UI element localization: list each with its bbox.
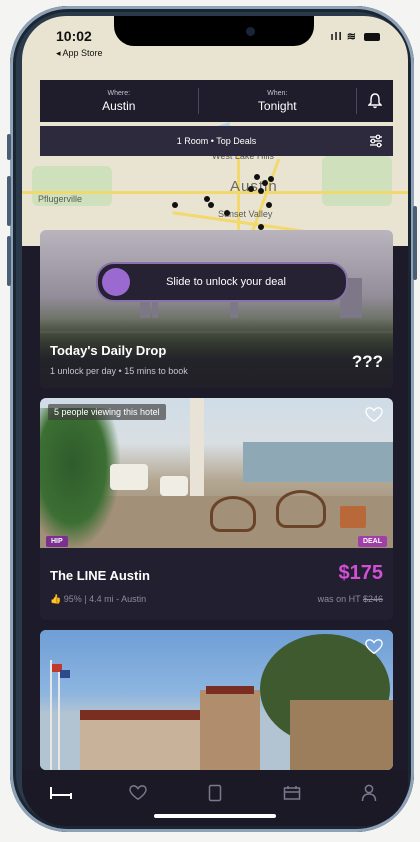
app-screen: West Lake Hills Austin Sunset Valley Pfl… (22, 16, 408, 826)
rocking-chair (276, 490, 326, 528)
tab-profile[interactable] (349, 780, 389, 806)
chair (160, 476, 188, 496)
bell-icon (368, 93, 382, 109)
comparison-label: was on HT (317, 594, 363, 604)
wifi-icon: ≋ (346, 31, 357, 43)
profile-icon (362, 784, 377, 802)
tab-stays[interactable] (41, 780, 81, 806)
filter-summary: 1 Room • Top Deals (176, 136, 257, 146)
hotel-photo (40, 630, 393, 770)
plant (40, 408, 120, 548)
signal-icon: ıll (330, 31, 343, 43)
when-value: Tonight (257, 98, 297, 113)
unlock-deal-slider[interactable]: Slide to unlock your deal (96, 262, 348, 302)
hotel-price: $175 (338, 562, 384, 584)
hotel-meta: 👍 95% | 4.4 mi - Austin (50, 594, 146, 605)
building (80, 718, 200, 770)
search-bar: Where: Austin When: Tonight (40, 80, 393, 122)
comparison-price: was on HT $246 (318, 594, 383, 604)
system-icons: ıll ≋ (330, 30, 380, 43)
thumbs-up-icon: 👍 (50, 594, 62, 604)
daily-drop-title: Today's Daily Drop (50, 343, 167, 358)
favorite-heart-icon[interactable] (365, 406, 383, 424)
viewing-count: 5 people viewing this hotel (48, 404, 166, 420)
map-pin[interactable] (262, 180, 268, 186)
where-value: Austin (102, 98, 136, 113)
notifications-button[interactable] (357, 93, 393, 109)
when-label: When: (267, 89, 288, 97)
hotel-name: The LINE Austin (50, 568, 150, 583)
mute-switch (7, 134, 11, 160)
back-to-app-store[interactable]: ◂ App Store (56, 48, 103, 59)
home-indicator[interactable] (154, 814, 276, 818)
filter-sliders-icon[interactable] (369, 134, 383, 148)
slider-knob[interactable] (102, 268, 130, 296)
slider-label: Slide to unlock your deal (166, 276, 286, 288)
roof (80, 710, 200, 720)
map-pin[interactable] (268, 176, 274, 182)
map-pin[interactable] (248, 186, 254, 192)
daily-drop-card[interactable]: Slide to unlock your deal Today's Daily … (40, 230, 393, 388)
map-pin[interactable] (254, 174, 260, 180)
tab-bookings[interactable] (272, 780, 312, 806)
map-pin[interactable] (172, 202, 178, 208)
building-tower (200, 690, 260, 770)
daily-drop-subtitle: 1 unlock per day • 15 mins to book (50, 366, 188, 376)
hip-badge: HIP (46, 536, 68, 547)
hotel-card[interactable] (40, 630, 393, 770)
bookings-icon (283, 786, 301, 800)
when-selector[interactable]: When: Tonight (199, 90, 357, 113)
map-pin[interactable] (224, 210, 230, 216)
status-time: 10:02 (56, 28, 92, 44)
filter-bar[interactable]: 1 Room • Top Deals (40, 126, 393, 156)
flag (60, 670, 70, 678)
favorite-heart-icon[interactable] (365, 638, 383, 656)
map-pin[interactable] (266, 202, 272, 208)
map-pin[interactable] (204, 196, 210, 202)
roof (206, 686, 254, 694)
flagpole (50, 660, 52, 770)
sofa (110, 464, 148, 490)
notch (114, 16, 314, 46)
volume-down-button (7, 236, 11, 286)
hotel-photo: 5 people viewing this hotel (40, 398, 393, 548)
volume-up-button (7, 176, 11, 226)
flagpole (58, 666, 60, 770)
power-button (413, 206, 417, 280)
tab-favorites[interactable] (118, 780, 158, 806)
phone-icon (208, 784, 222, 802)
heart-icon (129, 785, 147, 801)
hotel-card[interactable]: 5 people viewing this hotel HIP DEAL The… (40, 398, 393, 620)
where-selector[interactable]: Where: Austin (40, 90, 198, 113)
front-camera (246, 27, 255, 36)
map-park (322, 156, 392, 206)
map-label-pflugerville: Pflugerville (38, 194, 83, 204)
map-pin[interactable] (258, 188, 264, 194)
tab-deals[interactable] (195, 780, 235, 806)
rocking-chair (210, 496, 256, 532)
lake (243, 442, 393, 482)
battery-icon (364, 33, 380, 42)
where-label: Where: (107, 89, 131, 97)
planter (340, 506, 366, 528)
bed-icon (49, 787, 72, 799)
map-pin[interactable] (208, 202, 214, 208)
comparison-value: $246 (362, 594, 383, 604)
hotel-rating-distance: 95% | 4.4 mi - Austin (63, 594, 147, 604)
building (290, 700, 393, 770)
deal-badge: DEAL (357, 536, 387, 547)
pergola-post (190, 398, 204, 498)
daily-drop-price: ??? (351, 352, 383, 371)
